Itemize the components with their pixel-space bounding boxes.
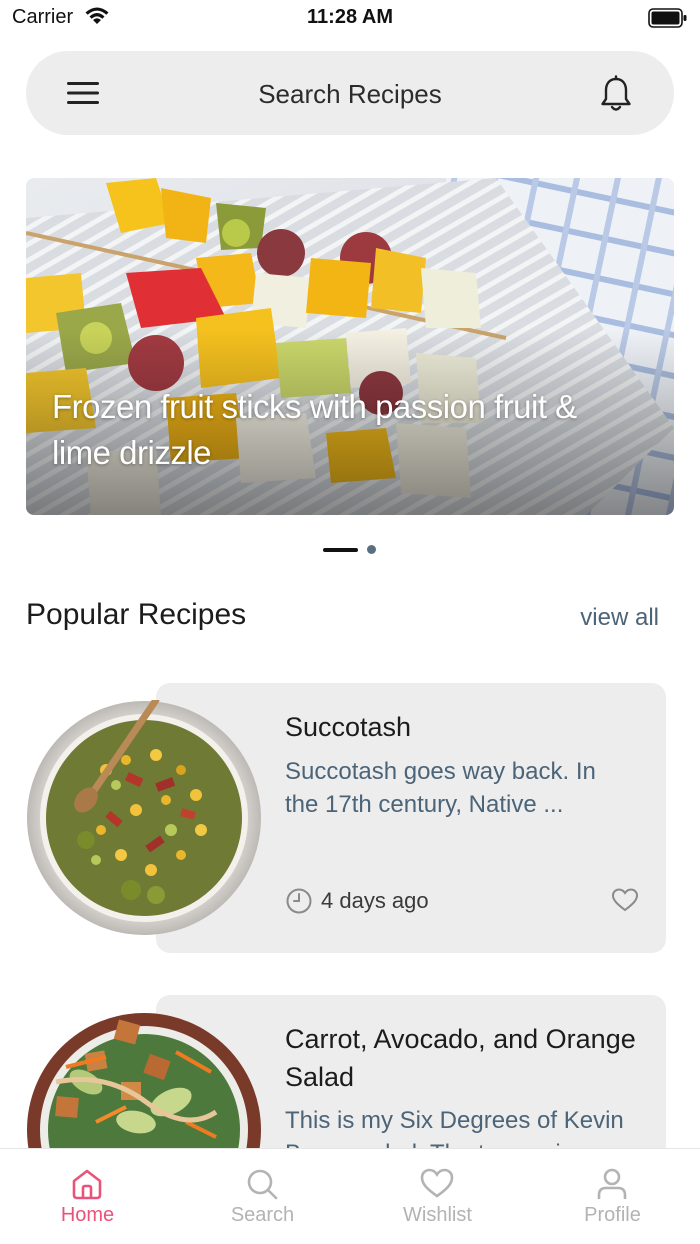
wishlist-heart-icon[interactable] [611, 887, 639, 913]
recipe-timestamp: 4 days ago [285, 886, 429, 916]
carousel-dot[interactable] [367, 545, 376, 554]
search-icon [247, 1169, 278, 1200]
battery-icon [648, 8, 687, 28]
recipe-time-ago: 4 days ago [321, 888, 429, 913]
tab-search-label: Search [230, 1204, 295, 1226]
featured-recipe-carousel[interactable]: Frozen fruit sticks with passion fruit &… [26, 178, 674, 515]
tab-profile[interactable]: Profile [525, 1149, 700, 1244]
status-time: 11:28 AM [307, 6, 393, 28]
bottom-tab-bar: Home Search Wishlist Profile [0, 1148, 700, 1244]
carousel-page-indicator[interactable] [0, 545, 700, 555]
tab-home-label: Home [60, 1204, 115, 1226]
tab-wishlist[interactable]: Wishlist [350, 1149, 525, 1244]
tab-search[interactable]: Search [175, 1149, 350, 1244]
recipe-card-carrot-avocado-salad[interactable]: Carrot, Avocado, and Orange Salad This i… [26, 995, 666, 1148]
recipe-card-succotash[interactable]: Succotash Succotash goes way back. In th… [26, 683, 666, 953]
bell-icon[interactable] [598, 75, 634, 113]
home-icon [72, 1169, 102, 1200]
featured-recipe-title: Frozen fruit sticks with passion fruit &… [52, 388, 577, 471]
person-icon [597, 1168, 627, 1199]
recipe-description: Succotash goes way back. In the 17th cen… [285, 758, 596, 818]
recipe-title: Carrot, Avocado, and Orange Salad [285, 1024, 636, 1092]
carousel-dot-active[interactable] [323, 548, 358, 552]
tab-home[interactable]: Home [0, 1149, 175, 1244]
heart-icon [420, 1168, 454, 1198]
carrot-avocado-salad-image [27, 1013, 261, 1148]
view-all-link[interactable]: view all [580, 604, 659, 632]
recipe-description: This is my Six Degrees of Kevin Bacon sa… [285, 1107, 624, 1148]
tab-wishlist-label: Wishlist [403, 1204, 472, 1226]
search-header: Search Recipes [26, 51, 674, 135]
recipe-title: Succotash [285, 712, 412, 742]
succotash-image [27, 700, 261, 935]
clock-icon [286, 888, 312, 914]
tab-profile-label: Profile [584, 1204, 641, 1226]
search-recipes-field[interactable]: Search Recipes [26, 79, 674, 110]
status-bar: Carrier 11:28 AM [0, 0, 700, 36]
popular-recipes-heading: Popular Recipes [26, 598, 247, 631]
